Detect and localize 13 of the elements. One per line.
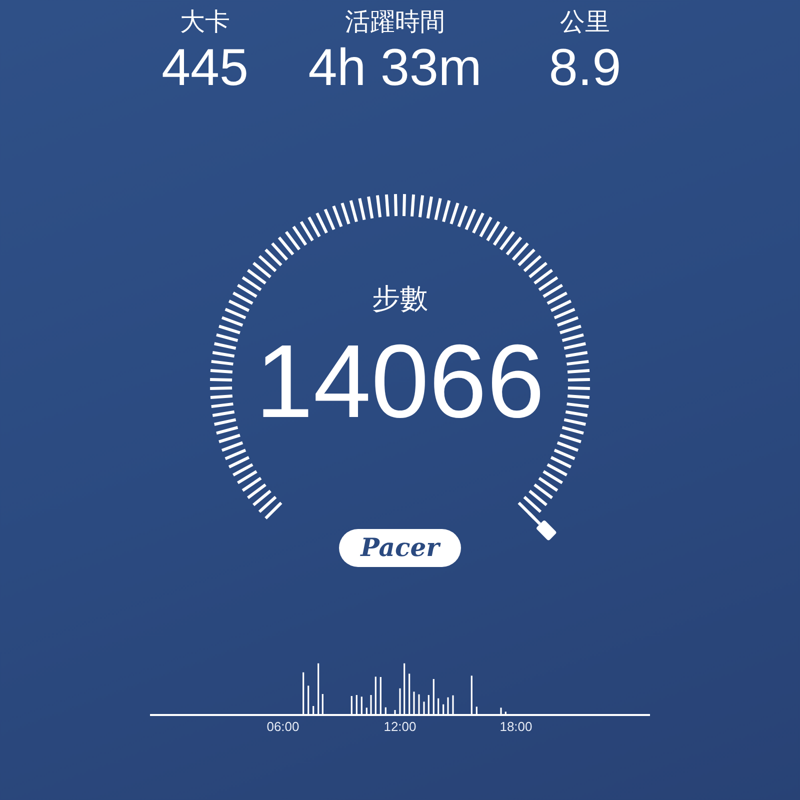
stat-value: 8.9: [548, 38, 622, 98]
stat-label: 公里: [560, 7, 610, 38]
time-axis-label: 06:00: [266, 719, 300, 734]
stat-label: 大卡: [180, 7, 230, 38]
steps-label: 步數: [372, 282, 428, 316]
pacer-logo: Pacer: [338, 529, 462, 567]
steps-count: 14066: [255, 323, 545, 442]
gauge-pointer-icon: [528, 512, 557, 541]
stat-value: 445: [162, 38, 248, 98]
stat-value: 4h 33m: [308, 38, 482, 98]
time-axis-label: 18:00: [500, 719, 532, 734]
time-axis-label: 12:00: [384, 719, 416, 734]
stat-label: 活躍時間: [345, 7, 445, 38]
